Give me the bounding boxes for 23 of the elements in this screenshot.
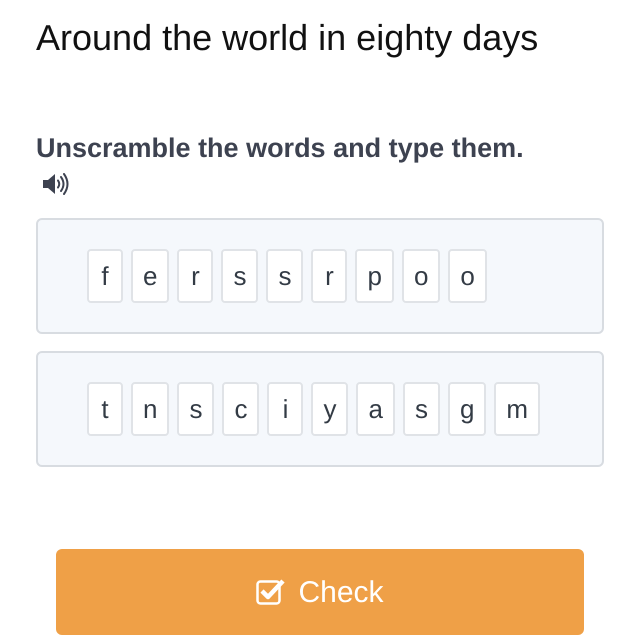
letter-tile[interactable]: n bbox=[131, 382, 170, 436]
letter-tile[interactable]: g bbox=[448, 382, 486, 436]
letter-tile[interactable]: y bbox=[311, 382, 348, 436]
letter-tile[interactable]: s bbox=[266, 249, 304, 303]
page-title: Around the world in eighty days bbox=[36, 16, 538, 60]
letter-tile[interactable]: a bbox=[356, 382, 395, 436]
letter-tile[interactable]: p bbox=[355, 249, 394, 303]
letter-tile[interactable]: e bbox=[131, 249, 170, 303]
letter-tile[interactable]: s bbox=[402, 382, 440, 436]
letter-tile[interactable]: t bbox=[87, 382, 123, 436]
letter-tile[interactable]: o bbox=[402, 249, 440, 303]
letter-tile[interactable]: f bbox=[87, 249, 123, 303]
letter-tile[interactable]: s bbox=[221, 249, 258, 303]
letter-tile[interactable]: c bbox=[222, 382, 260, 436]
letter-tile[interactable]: m bbox=[494, 382, 540, 436]
letter-tile[interactable]: i bbox=[267, 382, 304, 436]
instruction-text: Unscramble the words and type them. bbox=[36, 132, 524, 165]
letter-tile[interactable]: o bbox=[448, 249, 487, 303]
letter-tile[interactable]: r bbox=[311, 249, 348, 303]
checkbox-tick-icon bbox=[256, 578, 286, 606]
letter-tile[interactable]: r bbox=[177, 249, 214, 303]
letter-tile[interactable]: s bbox=[177, 382, 214, 436]
speaker-icon[interactable] bbox=[42, 172, 70, 196]
